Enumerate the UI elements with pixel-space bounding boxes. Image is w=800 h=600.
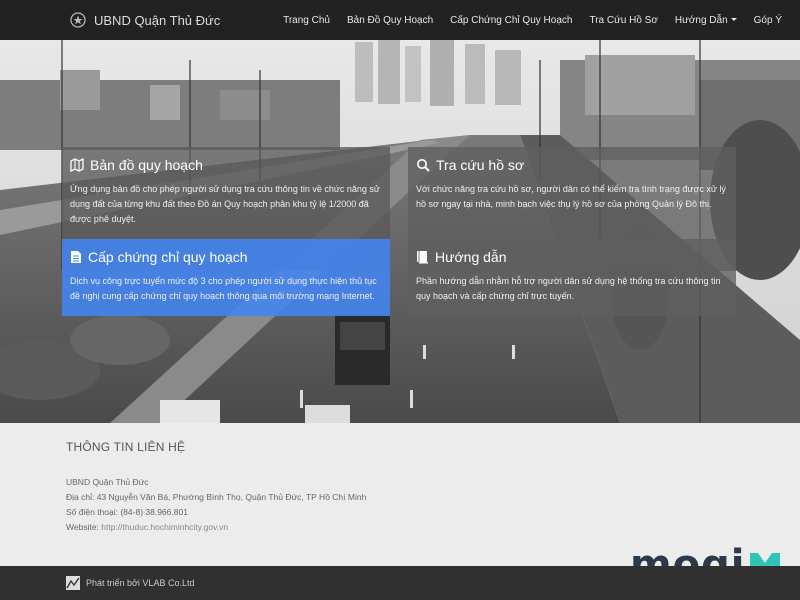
card-search-text: Với chức năng tra cứu hồ sơ, người dân c…: [416, 184, 726, 209]
contact-org: UBND Quận Thủ Đức: [66, 477, 149, 487]
contact-details: UBND Quận Thủ Đức Địa chỉ: 43 Nguyễn Văn…: [66, 475, 366, 535]
main-nav: Trang Chủ Bản Đồ Quy Hoạch Cấp Chứng Chỉ…: [266, 0, 782, 40]
nav-search[interactable]: Tra Cứu Hồ Sơ: [589, 15, 657, 26]
contact-heading: THÔNG TIN LIÊN HỆ: [66, 440, 186, 454]
hero-banner: Bản đồ quy hoạch Ứng dụng bản đồ cho phé…: [0, 40, 800, 423]
card-map-text: Ứng dụng bản đồ cho phép người sử dụng t…: [70, 184, 380, 224]
contact-website: Website: http://thuduc.hochiminhcity.gov…: [66, 520, 366, 535]
map-icon: [70, 158, 84, 172]
emblem-icon: [70, 12, 86, 28]
footer: Phát triển bởi VLAB Co.Ltd: [0, 566, 800, 600]
brand[interactable]: UBND Quận Thủ Đức: [70, 12, 220, 28]
contact-phone: Số điện thoại: (84-8) 38.966.801: [66, 507, 188, 517]
nav-map[interactable]: Bản Đồ Quy Hoạch: [347, 15, 433, 26]
card-guide[interactable]: Hướng dẫn Phần hướng dẫn nhằm hỗ trợ ngư…: [408, 239, 736, 316]
card-cert-text: Dịch vụ công trực tuyến mức độ 3 cho phé…: [70, 276, 377, 301]
card-guide-text: Phần hướng dẫn nhằm hỗ trợ người dân sử …: [416, 276, 721, 301]
top-navbar: UBND Quận Thủ Đức Trang Chủ Bản Đồ Quy H…: [0, 0, 800, 40]
brand-title: UBND Quận Thủ Đức: [94, 12, 221, 28]
card-map-title: Bản đồ quy hoạch: [90, 157, 203, 173]
nav-home[interactable]: Trang Chủ: [283, 15, 330, 26]
nav-guide-label: Hướng Dẫn: [674, 14, 728, 26]
card-search-title: Tra cứu hồ sơ: [436, 157, 525, 173]
nav-guide-dropdown[interactable]: Hướng Dẫn: [675, 15, 737, 26]
vlab-logo-icon: [66, 576, 80, 590]
card-cert-title: Cấp chứng chỉ quy hoạch: [88, 249, 248, 265]
card-cert[interactable]: Cấp chứng chỉ quy hoạch Dịch vụ công trự…: [62, 239, 390, 316]
caret-down-icon: [730, 18, 737, 22]
document-icon: [71, 251, 81, 263]
card-guide-title: Hướng dẫn: [435, 249, 507, 265]
contact-address: Địa chỉ: 43 Nguyễn Văn Bá, Phường Bình T…: [66, 492, 367, 502]
contact-website-link[interactable]: http://thuduc.hochiminhcity.gov.vn: [101, 522, 228, 532]
search-icon: [417, 159, 430, 172]
contact-website-label: Website:: [66, 522, 102, 532]
book-icon: [417, 251, 428, 264]
footer-credit: Phát triển bởi VLAB Co.Ltd: [86, 578, 195, 588]
nav-feedback[interactable]: Góp Ý: [754, 15, 782, 26]
nav-cert[interactable]: Cấp Chứng Chỉ Quy Hoạch: [450, 15, 572, 26]
